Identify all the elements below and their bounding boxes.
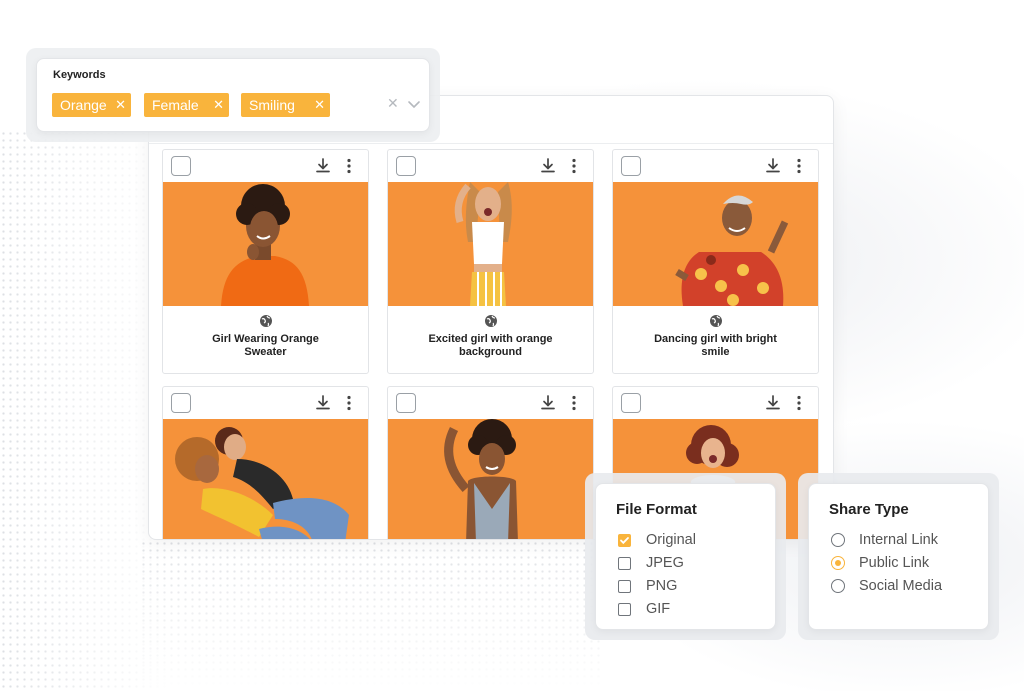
asset-card[interactable]: [162, 386, 369, 539]
keyword-tag[interactable]: Orange ✕: [52, 93, 131, 117]
option-label: Social Media: [859, 578, 943, 594]
asset-card-header: [388, 387, 593, 419]
asset-title: Excited girl with orange background: [428, 333, 553, 358]
asset-card-header: [613, 387, 818, 419]
remove-tag-icon[interactable]: ✕: [213, 93, 224, 117]
remove-tag-icon[interactable]: ✕: [314, 93, 325, 117]
remove-tag-icon[interactable]: ✕: [115, 93, 126, 117]
keywords-label: Keywords: [53, 69, 106, 81]
option-label: Original: [646, 532, 696, 548]
more-options-icon[interactable]: [340, 394, 358, 412]
download-icon[interactable]: [764, 157, 782, 175]
select-checkbox[interactable]: [621, 156, 641, 176]
share-type-title: Share Type: [829, 501, 909, 518]
keyword-tag[interactable]: Smiling ✕: [241, 93, 330, 117]
select-checkbox[interactable]: [396, 156, 416, 176]
checkbox[interactable]: [618, 534, 631, 547]
asset-title: Dancing girl with bright smile: [654, 333, 777, 358]
globe-icon: [259, 315, 272, 327]
asset-card[interactable]: Girl Wearing Orange Sweater: [162, 149, 369, 374]
more-options-icon[interactable]: [565, 394, 583, 412]
file-format-title: File Format: [616, 501, 697, 518]
select-checkbox[interactable]: [171, 156, 191, 176]
option-label: Public Link: [859, 555, 930, 571]
asset-card-meta: Excited girl with orange background: [388, 306, 593, 373]
select-checkbox[interactable]: [396, 393, 416, 413]
canvas: Girl Wearing Orange Sweater Excited girl…: [0, 0, 1024, 691]
radio-button[interactable]: [831, 579, 845, 593]
keyword-tag-label: Female: [152, 97, 199, 113]
asset-thumbnail[interactable]: [163, 419, 368, 539]
option-label: Internal Link: [859, 532, 938, 548]
radio-button[interactable]: [831, 533, 845, 547]
asset-thumbnail[interactable]: [613, 182, 818, 306]
download-icon[interactable]: [539, 157, 557, 175]
option-label: GIF: [646, 601, 671, 617]
asset-card-meta: Girl Wearing Orange Sweater: [163, 306, 368, 373]
keyword-tag-label: Smiling: [249, 97, 295, 113]
keywords-filter: Keywords Orange ✕ Female ✕ Smiling ✕ ✕: [36, 58, 430, 132]
asset-thumbnail[interactable]: [388, 419, 593, 539]
more-options-icon[interactable]: [565, 157, 583, 175]
asset-card-header: [613, 150, 818, 182]
more-options-icon[interactable]: [790, 157, 808, 175]
asset-card-meta: Dancing girl with bright smile: [613, 306, 818, 373]
asset-thumbnail[interactable]: [388, 182, 593, 306]
globe-icon: [709, 315, 722, 327]
asset-card-header: [388, 150, 593, 182]
download-icon[interactable]: [314, 157, 332, 175]
file-format-filter: File Format Original JPEG PNG GIF: [595, 483, 776, 630]
select-checkbox[interactable]: [171, 393, 191, 413]
chevron-down-icon[interactable]: [407, 97, 421, 111]
checkbox[interactable]: [618, 557, 631, 570]
checkbox[interactable]: [618, 580, 631, 593]
select-checkbox[interactable]: [621, 393, 641, 413]
asset-card-header: [163, 387, 368, 419]
keyword-tag-label: Orange: [60, 97, 107, 113]
asset-card[interactable]: Excited girl with orange background: [387, 149, 594, 374]
asset-thumbnail[interactable]: [163, 182, 368, 306]
asset-card[interactable]: Dancing girl with bright smile: [612, 149, 819, 374]
download-icon[interactable]: [539, 394, 557, 412]
more-options-icon[interactable]: [340, 157, 358, 175]
download-icon[interactable]: [314, 394, 332, 412]
asset-title: Girl Wearing Orange Sweater: [212, 333, 319, 358]
keyword-tag[interactable]: Female ✕: [144, 93, 229, 117]
decorative-dot-pattern: [140, 540, 600, 691]
asset-card-header: [163, 150, 368, 182]
globe-icon: [484, 315, 497, 327]
more-options-icon[interactable]: [790, 394, 808, 412]
radio-button[interactable]: [831, 556, 845, 570]
checkbox[interactable]: [618, 603, 631, 616]
share-type-filter: Share Type Internal Link Public Link Soc…: [808, 483, 989, 630]
asset-card[interactable]: [387, 386, 594, 539]
option-label: JPEG: [646, 555, 684, 571]
option-label: PNG: [646, 578, 678, 594]
download-icon[interactable]: [764, 394, 782, 412]
close-icon[interactable]: ✕: [387, 95, 399, 112]
